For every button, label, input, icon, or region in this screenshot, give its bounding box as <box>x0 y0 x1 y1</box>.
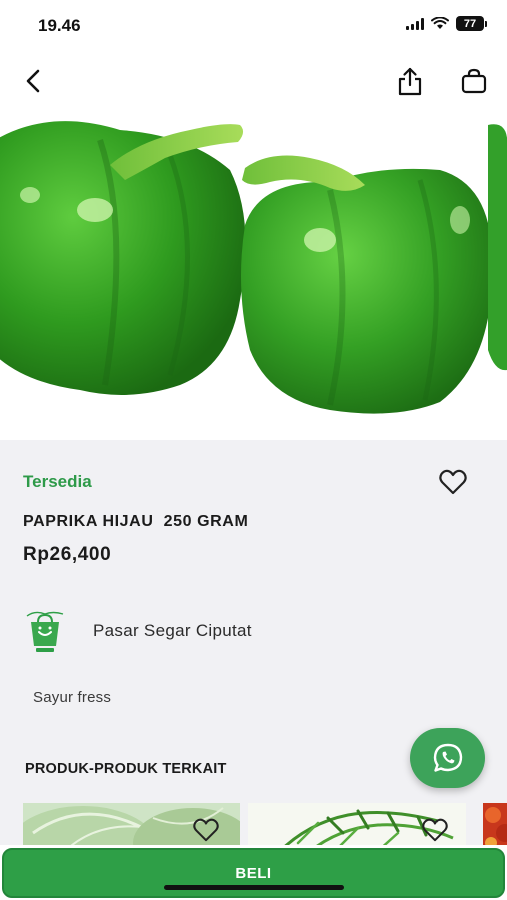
whatsapp-icon <box>433 743 462 772</box>
heart-outline-icon <box>422 818 448 842</box>
buy-bar: BELI <box>0 845 507 900</box>
chevron-left-icon <box>26 69 40 93</box>
availability-label: Tersedia <box>23 472 92 491</box>
whatsapp-button[interactable] <box>410 728 485 788</box>
wifi-icon <box>431 17 449 29</box>
status-time: 19.46 <box>38 16 81 35</box>
signal-icon <box>406 17 424 30</box>
share-icon <box>398 67 422 96</box>
seller-bag-logo <box>26 611 64 652</box>
heart-outline-icon <box>439 469 467 495</box>
seller-name: Pasar Segar Ciputat <box>93 621 252 640</box>
status-bar: 19.46 77 <box>0 0 507 52</box>
shopping-bag-icon <box>461 68 487 94</box>
cart-button[interactable] <box>457 64 491 98</box>
share-button[interactable] <box>393 64 427 98</box>
battery-icon: 77 <box>456 16 487 31</box>
back-button[interactable] <box>16 64 50 98</box>
related-products-heading: PRODUK-PRODUK TERKAIT <box>25 761 227 777</box>
related-wishlist-button[interactable] <box>192 817 220 843</box>
home-indicator <box>164 885 344 890</box>
status-icons: 77 <box>406 16 487 31</box>
green-pepper-image <box>0 110 507 440</box>
product-title: PAPRIKA HIJAU 250 GRAM <box>23 513 249 530</box>
product-price: Rp26,400 <box>23 544 112 565</box>
buy-button[interactable]: BELI <box>2 848 505 898</box>
wishlist-button[interactable] <box>438 468 468 496</box>
seller-info[interactable]: Pasar Segar Ciputat <box>23 608 423 654</box>
related-wishlist-button[interactable] <box>421 817 449 843</box>
product-image <box>0 110 507 440</box>
top-nav-bar <box>0 52 507 110</box>
heart-outline-icon <box>193 818 219 842</box>
product-description: Sayur fress <box>33 689 112 706</box>
battery-level: 77 <box>456 16 484 31</box>
